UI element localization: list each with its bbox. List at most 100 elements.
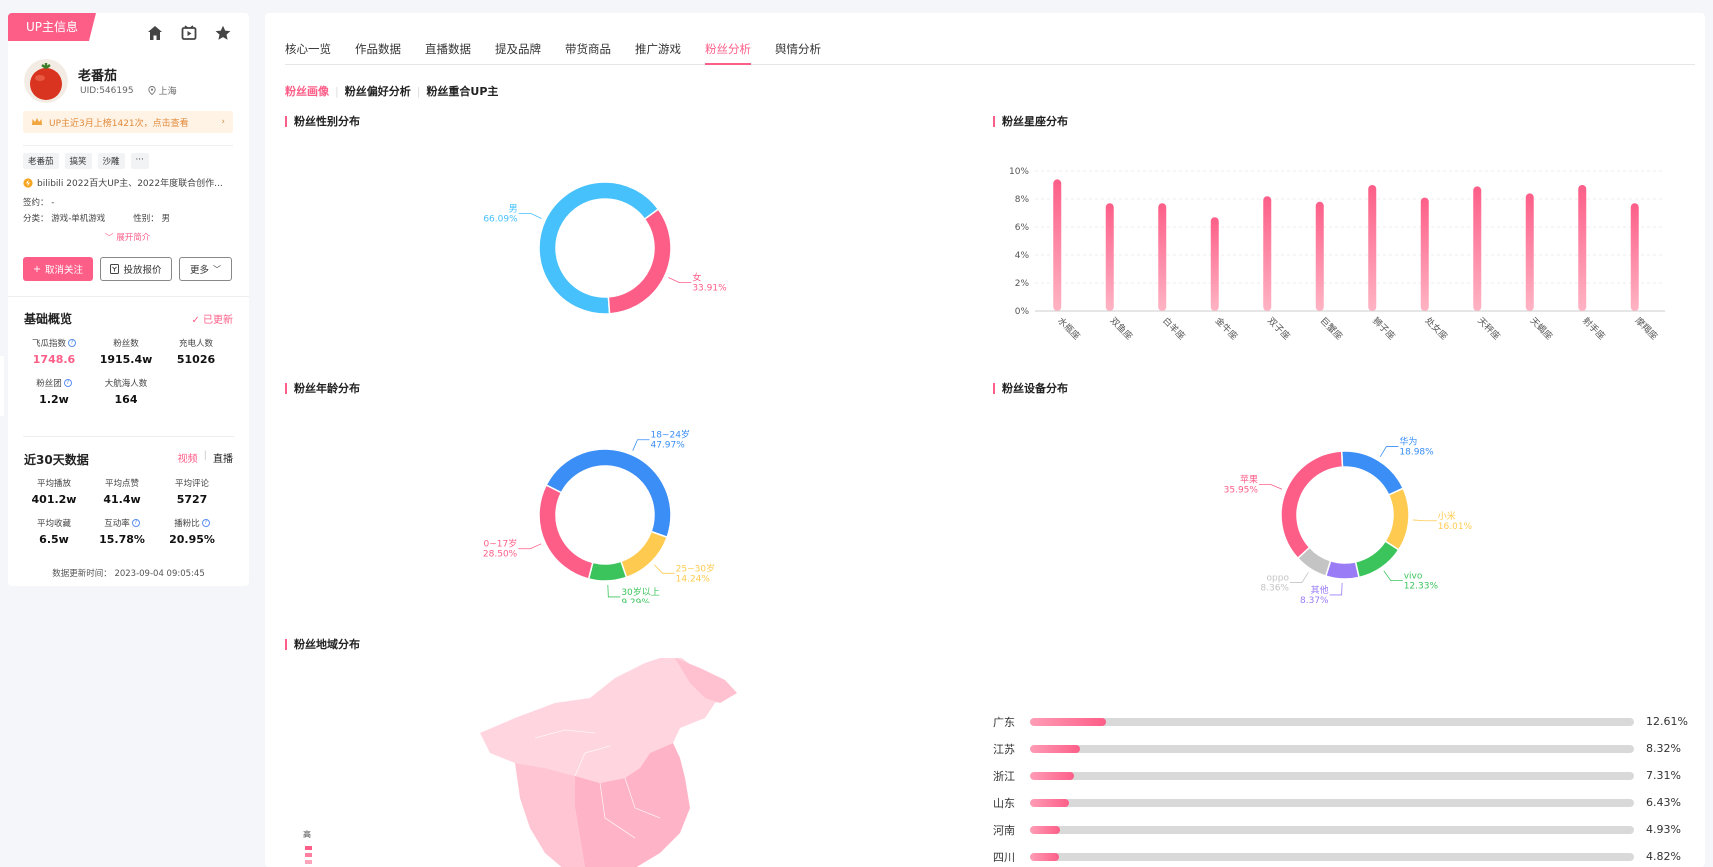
subtab-preference[interactable]: 粉丝偏好分析	[345, 83, 411, 99]
tab-3[interactable]: 提及品牌	[495, 29, 541, 64]
zodiac-bar[interactable]	[1578, 185, 1587, 311]
region-row[interactable]: 江苏 8.32%	[993, 735, 1703, 762]
zodiac-bar[interactable]	[1210, 217, 1219, 311]
region-name: 河南	[993, 823, 1015, 837]
x-tick-label: 摩羯座	[1633, 315, 1661, 343]
slice-label: 其他	[1311, 584, 1329, 596]
rank-notice[interactable]: UP主近3月上榜1421次，点击查看 ›	[23, 111, 233, 133]
region-row[interactable]: 山东 6.43%	[993, 789, 1703, 816]
region-row[interactable]: 河南 4.93%	[993, 816, 1703, 843]
slice-value: 16.01%	[1438, 522, 1473, 532]
slice-value: 35.95%	[1224, 486, 1259, 496]
zodiac-bar[interactable]	[1105, 203, 1114, 311]
donut-slice[interactable]	[607, 208, 672, 315]
subtab-portrait[interactable]: 粉丝画像	[285, 83, 329, 99]
tab-video[interactable]: 视频	[178, 450, 198, 465]
donut-slice[interactable]	[538, 484, 594, 580]
tag-item[interactable]: 沙雕	[97, 153, 125, 169]
stat-label: 粉丝数	[113, 339, 139, 349]
slice-label: oppo	[1267, 573, 1290, 583]
tab-2[interactable]: 直播数据	[425, 29, 471, 64]
slice-value: 14.24%	[676, 574, 711, 584]
up-info-tag: UP主信息	[8, 13, 96, 41]
donut-slice[interactable]	[1340, 450, 1405, 496]
top-icons	[145, 23, 233, 43]
legend-step[interactable]	[305, 846, 312, 850]
help-icon[interactable]: ?	[131, 519, 140, 527]
zodiac-bar[interactable]	[1315, 201, 1324, 311]
plus-icon: +	[33, 263, 41, 275]
x-tick-label: 射手座	[1580, 315, 1608, 343]
zodiac-bar[interactable]	[1525, 193, 1534, 311]
up-name: 老番茄	[78, 69, 118, 84]
home-icon[interactable]	[145, 23, 165, 43]
region-row[interactable]: 四川 4.82%	[993, 843, 1703, 867]
tag-more[interactable]: ···	[130, 153, 149, 169]
region-bar-fill	[1030, 717, 1107, 726]
tag-item[interactable]: 老番茄	[23, 153, 59, 169]
device-donut-chart: 华为18.98% 小米16.01% vivo12.33% 其他8.37% oppo8.3…	[1224, 436, 1473, 603]
slice-value: 18.98%	[1399, 448, 1434, 458]
region-row[interactable]: 浙江 7.31%	[993, 762, 1703, 789]
region-row[interactable]: 广东 12.61%	[993, 708, 1703, 735]
stat-label: 充电人数	[178, 339, 213, 349]
unfollow-button[interactable]: + 取消关注	[23, 257, 93, 281]
slice-value: 8.37%	[1300, 596, 1329, 603]
gender-chart-title: 粉丝性别分布	[285, 116, 360, 127]
slice-value: 9.29%	[621, 598, 650, 603]
x-tick-label: 狮子座	[1370, 315, 1398, 343]
donut-slice[interactable]	[587, 560, 628, 582]
chevron-down-icon: ﹀	[105, 233, 114, 243]
star-icon[interactable]	[213, 23, 233, 43]
verified-icon	[23, 177, 33, 188]
zodiac-bar[interactable]	[1368, 185, 1377, 311]
zodiac-bar[interactable]	[1420, 197, 1429, 311]
legend-step[interactable]	[305, 860, 312, 864]
tab-0[interactable]: 核心一览	[285, 29, 331, 64]
up-intro: bilibili 2022百大UP主、2022年度联合创作...	[23, 176, 223, 189]
y-tick-label: 10%	[1009, 167, 1029, 177]
collapse-handle[interactable]	[0, 356, 4, 416]
zodiac-bar[interactable]	[1473, 186, 1482, 311]
region-value: 7.31%	[1646, 769, 1681, 782]
location-text: 上海	[158, 87, 177, 97]
region-bar-track	[1030, 744, 1634, 753]
donut-slice[interactable]	[1324, 559, 1360, 580]
more-label: 更多	[189, 265, 209, 276]
donut-slice[interactable]	[1354, 540, 1400, 579]
china-map	[480, 658, 737, 867]
donut-slice[interactable]	[1384, 487, 1410, 551]
help-icon[interactable]: ?	[63, 379, 72, 387]
donut-slice[interactable]	[1280, 450, 1344, 560]
region-bar-track	[1030, 825, 1634, 834]
map-region-west[interactable]	[515, 763, 585, 867]
tag-item[interactable]: 搞笑	[64, 153, 92, 169]
more-button[interactable]: 更多 ﹀	[179, 257, 232, 281]
region-bar-track	[1030, 852, 1634, 861]
check-icon: ✓	[191, 315, 203, 326]
zodiac-bar[interactable]	[1158, 203, 1167, 311]
video-icon[interactable]	[179, 23, 199, 43]
stat-fan-club: 粉丝团? 1.2w	[18, 377, 90, 406]
donut-slice[interactable]	[545, 448, 672, 539]
subtab-overlap-up[interactable]: 粉丝重合UP主	[426, 83, 498, 99]
slice-label: vivo	[1404, 572, 1423, 582]
region-bar-fill	[1030, 771, 1075, 780]
zodiac-bar[interactable]	[1263, 196, 1272, 311]
slice-label: 25~30岁	[676, 562, 715, 574]
tab-6[interactable]: 粉丝分析	[705, 29, 751, 65]
tab-live[interactable]: 直播	[213, 450, 233, 465]
quote-button[interactable]: 投放报价	[100, 257, 172, 281]
tab-4[interactable]: 带货商品	[565, 29, 611, 64]
help-icon[interactable]: ?	[201, 519, 210, 527]
tab-1[interactable]: 作品数据	[355, 29, 401, 64]
main-tabs: 核心一览 作品数据 直播数据 提及品牌 带货商品 推广游戏 粉丝分析 舆情分析	[285, 29, 1695, 65]
expand-intro-link[interactable]: ﹀ 展开简介	[105, 231, 150, 243]
zodiac-bar[interactable]	[1630, 203, 1639, 311]
tab-7[interactable]: 舆情分析	[775, 29, 821, 64]
zodiac-bar[interactable]	[1053, 179, 1062, 311]
tab-5[interactable]: 推广游戏	[635, 29, 681, 64]
legend-step[interactable]	[305, 853, 312, 857]
help-icon[interactable]: ?	[68, 339, 76, 347]
region-name: 广东	[993, 715, 1015, 729]
